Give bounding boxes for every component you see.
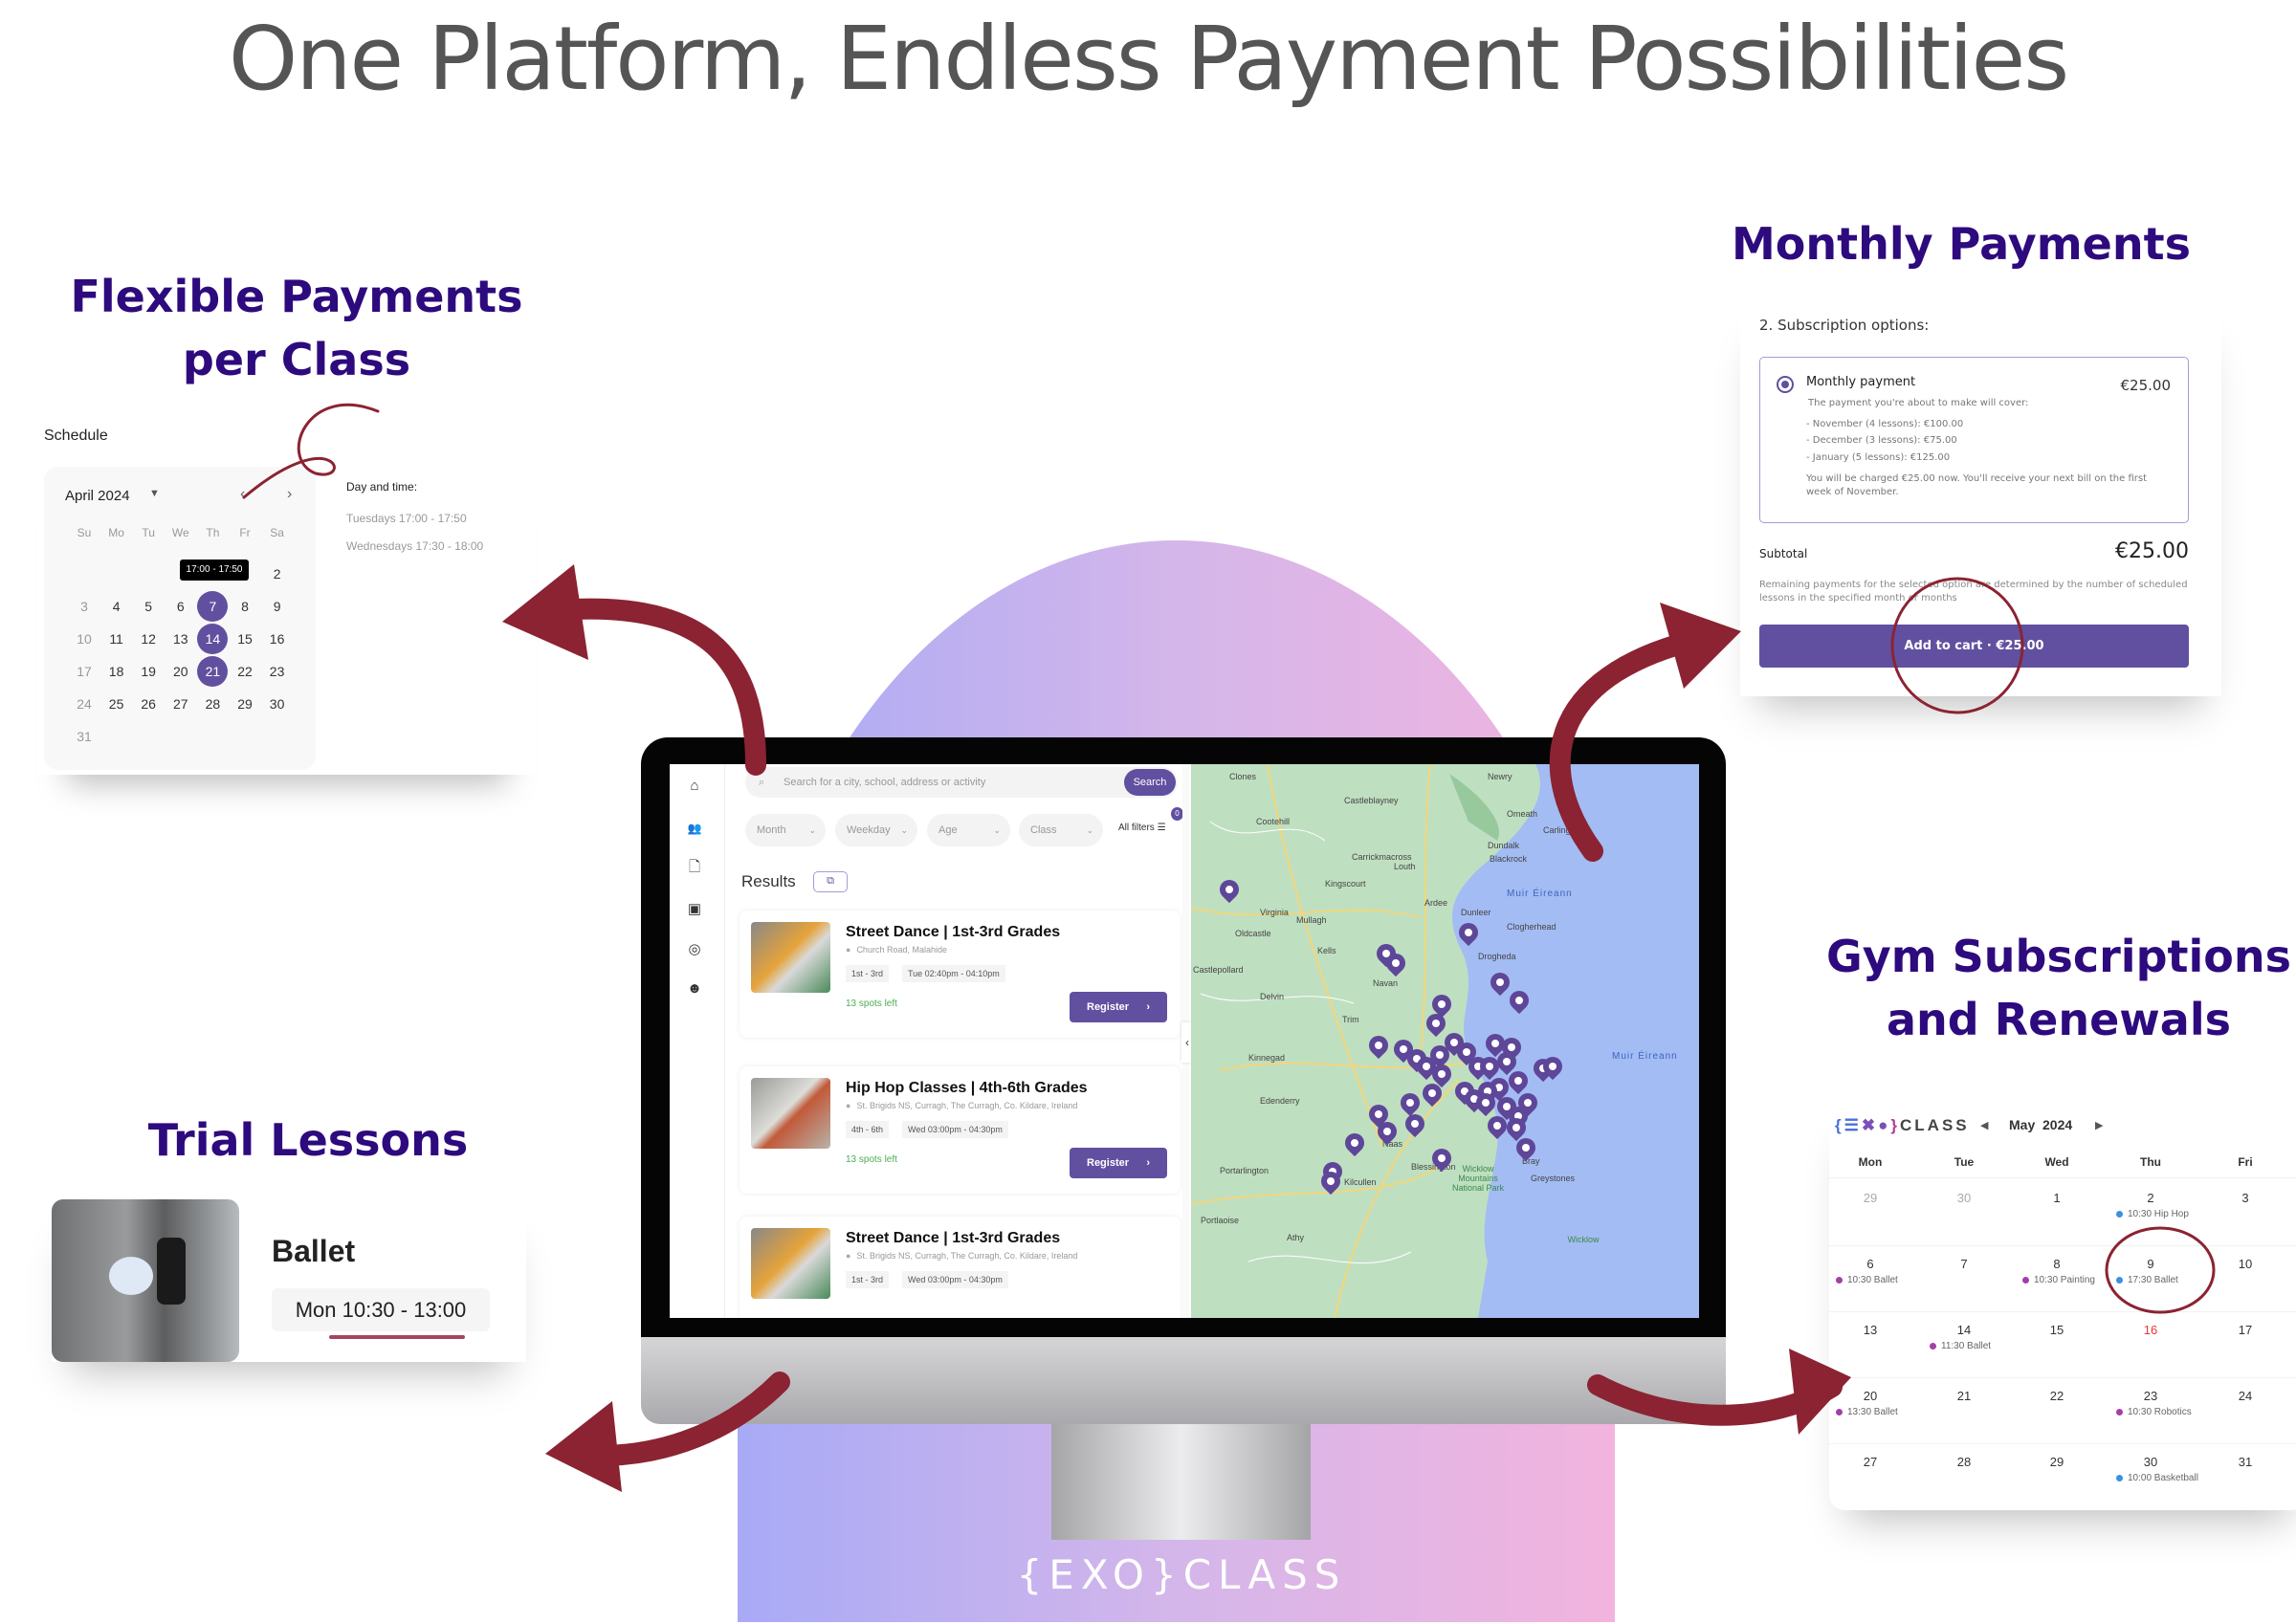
circle-mark (2105, 1226, 2216, 1314)
circle-mark (1890, 577, 2024, 714)
arrowhead (1660, 603, 1741, 689)
arrowhead (545, 1401, 622, 1492)
arrowhead (1789, 1349, 1851, 1435)
scribble-arrow (242, 403, 380, 499)
decorative-arrows (242, 403, 2216, 1492)
arrowhead (502, 564, 588, 660)
